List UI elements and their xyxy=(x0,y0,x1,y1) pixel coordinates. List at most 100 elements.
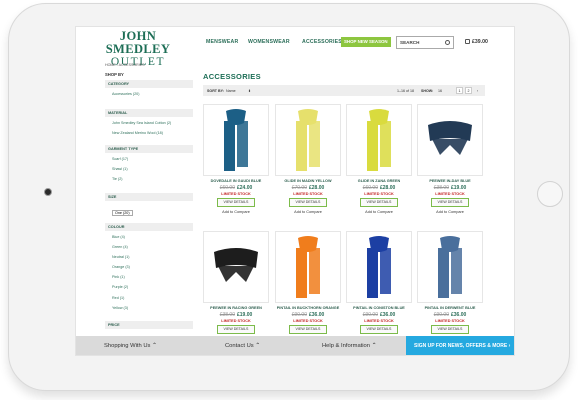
add-to-compare-link[interactable]: Add to Compare xyxy=(346,210,412,214)
view-details-button[interactable]: VIEW DETAILS xyxy=(360,325,398,334)
stock-status: LIMITED STOCK xyxy=(435,192,465,196)
facet-item[interactable]: Orange (3) xyxy=(105,261,193,271)
was-price: £60.00 xyxy=(362,185,378,191)
nav-menswear[interactable]: MENSWEAR xyxy=(206,39,238,45)
product-name[interactable]: GLIDE IN ZANA GREEN xyxy=(346,179,412,183)
product-card[interactable]: DOVEDALE IN GAUDI BLUE £60.00 £24.00 LIMITE… xyxy=(203,104,269,224)
product-name[interactable]: PINTAIL IN DERWENT BLUE xyxy=(417,306,483,310)
sort-direction-icon[interactable]: ⬍ xyxy=(248,89,251,93)
product-prices: £60.00 £24.00 xyxy=(203,185,269,191)
home-button[interactable] xyxy=(537,181,563,207)
shop-new-season-button[interactable]: SHOP NEW SEASON xyxy=(341,37,391,47)
facet-item[interactable]: Pink (1) xyxy=(105,271,193,281)
was-price: £60.00 xyxy=(219,185,235,191)
add-to-compare-link[interactable]: Add to Compare xyxy=(203,210,269,214)
breadcrumb[interactable]: HOME / ACCESSORIES xyxy=(105,63,145,67)
facet-item[interactable]: Red (1) xyxy=(105,292,193,302)
product-card[interactable]: PINTAIL IN CONISTON BLUE £90.00 £36.00 LIMI… xyxy=(346,231,412,351)
facet-item[interactable]: New Zealand Merino Wool (18) xyxy=(105,127,193,139)
facet-heading[interactable]: PRICE xyxy=(105,321,193,329)
stock-status: LIMITED STOCK xyxy=(364,192,394,196)
product-image[interactable] xyxy=(346,104,412,176)
product-name[interactable]: PEEWEE IN RACING GREEN xyxy=(203,306,269,310)
view-details-button[interactable]: VIEW DETAILS xyxy=(217,198,255,207)
facet-item[interactable]: Scarf (17) xyxy=(105,153,193,163)
product-card[interactable]: GLIDE IN MADIN YELLOW £70.00 £28.00 LIMITED… xyxy=(275,104,341,224)
product-image[interactable] xyxy=(203,231,269,303)
shopping-with-us-link[interactable]: Shopping With Us ⌃ xyxy=(104,343,157,349)
next-page-button[interactable]: › xyxy=(474,87,481,94)
product-image[interactable] xyxy=(203,104,269,176)
facet-price: PRICE xyxy=(105,321,193,329)
facet-item[interactable]: Neutral (1) xyxy=(105,251,193,261)
facet-size: SIZE One (20) xyxy=(105,193,193,219)
product-name[interactable]: PINTAIL IN CONISTON BLUE xyxy=(346,306,412,310)
search-icon[interactable] xyxy=(445,40,450,45)
stock-status: LIMITED STOCK xyxy=(435,319,465,323)
view-details-button[interactable]: VIEW DETAILS xyxy=(431,198,469,207)
logo-line1: JOHN SMEDLEY xyxy=(105,29,171,56)
facet-item[interactable]: Yellow (3) xyxy=(105,302,193,312)
product-name[interactable]: GLIDE IN MADIN YELLOW xyxy=(275,179,341,183)
nav-accessories[interactable]: ACCESSORIES xyxy=(302,39,342,45)
view-details-button[interactable]: VIEW DETAILS xyxy=(289,325,327,334)
product-card[interactable]: PINTAIL IN DERWENT BLUE £90.00 £36.00 LIMIT… xyxy=(417,231,483,351)
facet-material: MATERIAL John Smedley Sea Island Cotton … xyxy=(105,109,193,139)
product-image[interactable] xyxy=(417,231,483,303)
now-price: £24.00 xyxy=(237,185,253,191)
facet-heading[interactable]: COLOUR xyxy=(105,223,193,231)
product-card[interactable]: GLIDE IN ZANA GREEN £60.00 £28.00 LIMITED S… xyxy=(346,104,412,224)
cart-button[interactable]: £39.00 xyxy=(465,39,488,45)
facet-heading[interactable]: GARMENT TYPE xyxy=(105,145,193,153)
was-price: £90.00 xyxy=(362,312,378,318)
add-to-compare-link[interactable]: Add to Compare xyxy=(275,210,341,214)
product-name[interactable]: PEEWEE IN-DAY BLUE xyxy=(417,179,483,183)
contact-us-link[interactable]: Contact Us ⌃ xyxy=(225,343,260,349)
stock-status: LIMITED STOCK xyxy=(364,319,394,323)
product-card[interactable]: PINTAIL IN BUCKTHORN ORANGE £90.00 £36.00 L… xyxy=(275,231,341,351)
view-details-button[interactable]: VIEW DETAILS xyxy=(289,198,327,207)
product-name[interactable]: PINTAIL IN BUCKTHORN ORANGE xyxy=(275,306,341,310)
view-details-button[interactable]: VIEW DETAILS xyxy=(217,325,255,334)
product-image[interactable] xyxy=(275,231,341,303)
was-price: £90.00 xyxy=(291,312,307,318)
facet-item[interactable]: Accessories (20) xyxy=(105,88,193,101)
facet-item[interactable]: Green (4) xyxy=(105,241,193,251)
newsletter-signup-button[interactable]: SIGN UP FOR NEWS, OFFERS & MORE › xyxy=(406,336,514,355)
facet-heading[interactable]: MATERIAL xyxy=(105,109,193,117)
cart-total: £39.00 xyxy=(472,39,488,45)
facet-heading[interactable]: SIZE xyxy=(105,193,193,201)
facet-item[interactable]: Shawl (1) xyxy=(105,163,193,173)
product-prices: £90.00 £36.00 xyxy=(275,312,341,318)
page-1[interactable]: 1 xyxy=(456,87,463,94)
stock-status: LIMITED STOCK xyxy=(221,192,251,196)
now-price: £28.00 xyxy=(309,185,325,191)
facet-item[interactable]: Blue (4) xyxy=(105,231,193,241)
add-to-compare-link[interactable]: Add to Compare xyxy=(417,210,483,214)
view-details-button[interactable]: VIEW DETAILS xyxy=(360,198,398,207)
product-image[interactable] xyxy=(346,231,412,303)
search-input[interactable]: SEARCH xyxy=(396,36,454,49)
product-name[interactable]: DOVEDALE IN GAUDI BLUE xyxy=(203,179,269,183)
facet-item[interactable]: Tie (2) xyxy=(105,173,193,185)
product-prices: £38.00 £19.00 xyxy=(417,185,483,191)
page-2[interactable]: 2 xyxy=(465,87,472,94)
page-title: ACCESSORIES xyxy=(203,72,261,81)
sort-label: SORT BY: xyxy=(207,88,224,93)
view-details-button[interactable]: VIEW DETAILS xyxy=(431,325,469,334)
facet-item[interactable]: John Smedley Sea Island Cotton (2) xyxy=(105,117,193,127)
nav-womenswear[interactable]: WOMENSWEAR xyxy=(248,39,290,45)
size-option[interactable]: One (20) xyxy=(112,210,133,216)
facet-colour: COLOUR Blue (4) Green (4) Neutral (1) Or… xyxy=(105,223,193,312)
product-image[interactable] xyxy=(275,104,341,176)
stock-status: LIMITED STOCK xyxy=(293,192,323,196)
facet-item[interactable]: Purple (2) xyxy=(105,281,193,291)
sort-select[interactable]: Name xyxy=(226,89,236,93)
show-select[interactable]: 16 xyxy=(438,89,442,93)
product-card[interactable]: PEEWEE IN RACING GREEN £38.00 £19.00 LIMITE… xyxy=(203,231,269,351)
product-image[interactable] xyxy=(417,104,483,176)
facet-heading[interactable]: CATEGORY xyxy=(105,80,193,88)
help-information-link[interactable]: Help & Information ⌃ xyxy=(322,343,376,349)
product-card[interactable]: PEEWEE IN-DAY BLUE £38.00 £19.00 LIMITED ST… xyxy=(417,104,483,224)
site-header: JOHN SMEDLEY OUTLET MENSWEAR WOMENSWEAR … xyxy=(76,27,514,69)
